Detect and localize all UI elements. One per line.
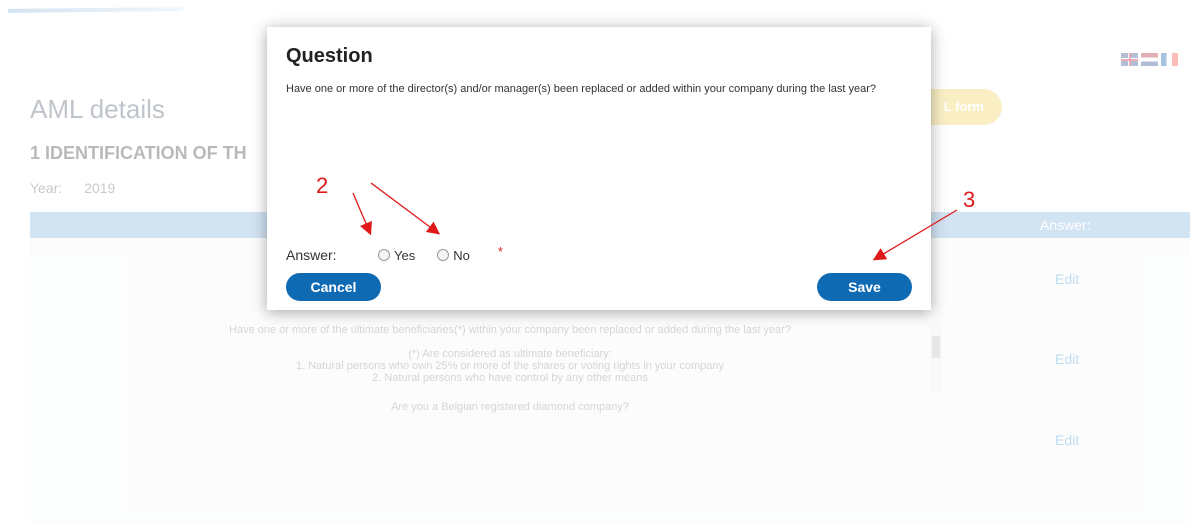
annotation-arrow-no <box>370 182 441 235</box>
annotation-arrow-yes <box>352 192 372 236</box>
annotation-arrow-save <box>872 209 958 261</box>
annotation-arrows <box>352 182 958 261</box>
